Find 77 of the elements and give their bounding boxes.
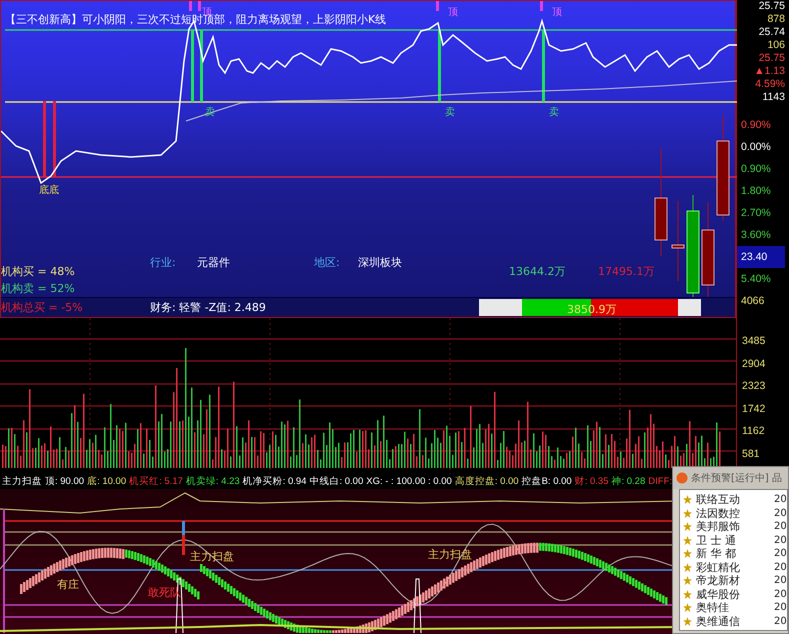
sell-signal-bar bbox=[200, 30, 203, 102]
star-icon bbox=[683, 603, 692, 612]
indicator-value: 机卖绿: 4.23 bbox=[186, 475, 240, 488]
stock-list-item[interactable]: 美邦服饰 20 bbox=[680, 520, 787, 534]
indicator-value: 控盘B: 0.00 bbox=[522, 475, 572, 488]
signal-label: 主力扫盘 bbox=[190, 549, 234, 564]
stock-list-item[interactable]: 帝龙新材 20 bbox=[680, 574, 787, 588]
industry-value: 元器件 bbox=[197, 254, 231, 270]
star-icon bbox=[683, 549, 692, 558]
axis-label: 2904 bbox=[742, 356, 766, 372]
stock-list-item[interactable]: 法因数控 20 bbox=[680, 506, 787, 520]
axis-label: ▲1.13 bbox=[754, 65, 785, 78]
axis-label: 25.75 bbox=[758, 52, 785, 65]
indicator-value: 机净买粉: 0.94 bbox=[242, 475, 306, 488]
axis-label: 25.74 bbox=[758, 26, 785, 39]
axis-label: 2323 bbox=[742, 379, 766, 394]
stock-list-item[interactable]: 新 华 都 20 bbox=[680, 547, 787, 560]
star-icon bbox=[683, 562, 692, 572]
top-flag bbox=[436, 1, 439, 11]
institution-total-buy: 机构总买 = -5% bbox=[1, 300, 84, 315]
axis-label: 581 bbox=[742, 446, 761, 462]
star-icon bbox=[683, 536, 692, 545]
window-title: 条件预警[运行中] 品 bbox=[691, 472, 782, 485]
axis-label: 1742 bbox=[742, 402, 766, 416]
top-marker: 顶 bbox=[448, 7, 458, 18]
stock-list-item[interactable]: 联络互动 20 bbox=[680, 493, 787, 506]
inflow-amount: 13644.2万 bbox=[509, 264, 566, 278]
top-marker: 顶 bbox=[552, 7, 562, 18]
sell-marker: 卖 bbox=[549, 107, 559, 118]
indicator-value: 主力扫盘 bbox=[2, 475, 42, 488]
star-icon bbox=[683, 508, 692, 518]
spike-line bbox=[414, 578, 422, 633]
stock-list-item[interactable]: 奥特佳 20 bbox=[680, 601, 787, 614]
axis-label: 106 bbox=[767, 39, 785, 52]
star-icon bbox=[683, 590, 692, 599]
institution-buy: 机构买 = 48% bbox=[1, 264, 76, 278]
star-icon bbox=[683, 616, 692, 626]
outflow-amount: 17495.1万 bbox=[598, 264, 654, 278]
axis-label: 1162 bbox=[742, 424, 766, 439]
indicator-value: XG: - : 100.00 : 0.00 bbox=[366, 476, 452, 487]
indicator-value: 神: 0.28 bbox=[611, 475, 646, 488]
indicator-value: DIFF: bbox=[648, 476, 672, 487]
region-label: 地区: bbox=[314, 254, 341, 270]
finance-info: 财务: 轻警 -Z值: 2.489 bbox=[150, 300, 267, 315]
cursor-value: 23.40 bbox=[737, 246, 785, 268]
sell-signal-bar bbox=[191, 30, 194, 102]
industry-label: 行业: bbox=[150, 254, 177, 270]
indicator-value: 顶: 90.00 bbox=[45, 475, 84, 488]
stock-list-item[interactable]: 卫 士 通 20 bbox=[680, 534, 787, 547]
sell-marker: 卖 bbox=[445, 107, 455, 118]
star-icon bbox=[683, 522, 692, 532]
stock-list-item[interactable]: 奥维通信 20 bbox=[680, 614, 787, 628]
region-value: 深圳板块 bbox=[358, 254, 402, 270]
signal-bar bbox=[182, 521, 185, 555]
institution-sell: 机构卖 = 52% bbox=[1, 280, 75, 296]
indicator-value: 财: 0.35 bbox=[574, 475, 608, 488]
axis-label: 1143 bbox=[762, 91, 785, 104]
indicator-value: 中线白: 0.00 bbox=[309, 475, 364, 488]
star-icon bbox=[683, 495, 692, 504]
indicator-value: 底: 10.00 bbox=[87, 475, 126, 488]
top-marker: 顶 bbox=[202, 7, 212, 18]
stock-list-item[interactable]: 彩虹精化 20 bbox=[680, 560, 787, 574]
sell-signal-bar bbox=[438, 30, 441, 102]
sell-signal-bar bbox=[542, 30, 545, 102]
axis-label: 3485 bbox=[742, 334, 766, 349]
signal-label: 主力扫盘 bbox=[428, 547, 472, 562]
top-flag bbox=[540, 1, 543, 11]
axis-label: 4.59% bbox=[755, 78, 785, 91]
stock-list-item[interactable]: 威华股份 20 bbox=[680, 588, 787, 601]
indicator-value: 机买红: 5.17 bbox=[129, 475, 183, 488]
axis-label: 25.75 bbox=[758, 0, 785, 13]
app-icon bbox=[676, 472, 688, 484]
star-icon bbox=[683, 576, 692, 586]
bottom-marker: 底底 bbox=[39, 185, 59, 196]
axis-label: 878 bbox=[767, 13, 785, 26]
signal-label: 有庄 bbox=[57, 577, 79, 592]
indicator-value: 高度控盘: 0.00 bbox=[454, 475, 519, 488]
